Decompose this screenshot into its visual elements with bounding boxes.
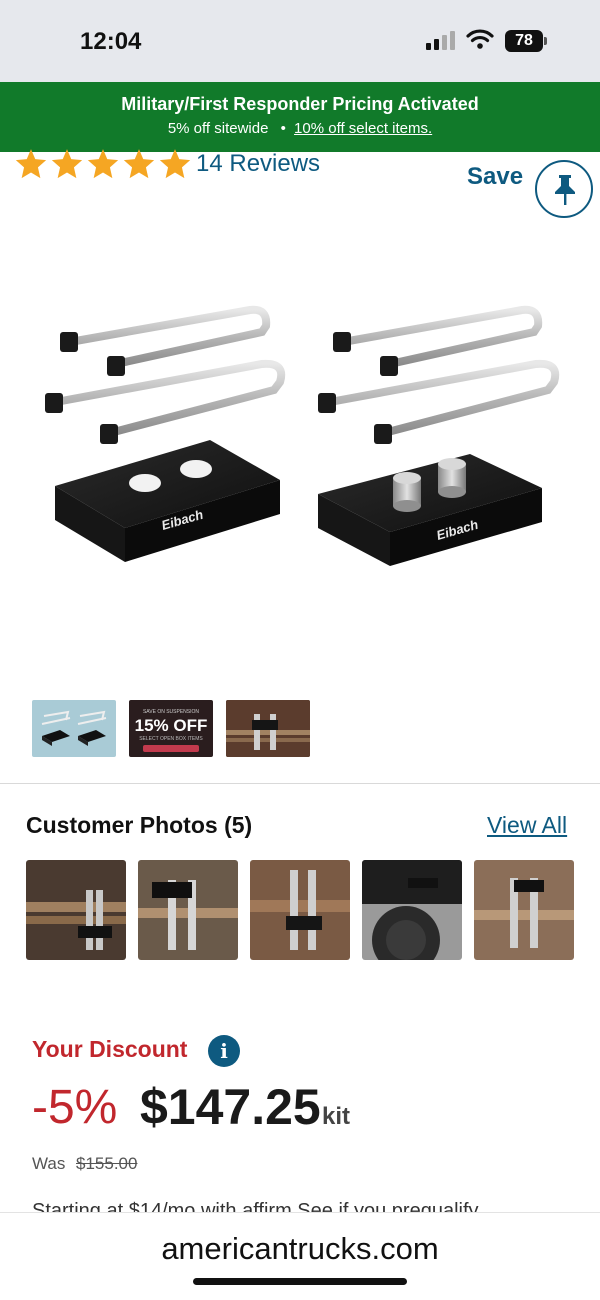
thumb-promo[interactable]: SAVE ON SUSPENSION 15% OFF SELECT OPEN B…: [129, 700, 213, 757]
promo-banner[interactable]: Military/First Responder Pricing Activat…: [0, 82, 600, 152]
thumb-promo-big: 15% OFF: [134, 716, 208, 735]
home-indicator[interactable]: [193, 1278, 407, 1285]
thumb-promo-small: SAVE ON SUSPENSION: [142, 709, 200, 715]
star-icon: [51, 149, 83, 179]
was-label: Was: [32, 1154, 66, 1173]
promo-bullet: •: [280, 120, 286, 137]
was-price: $155.00: [76, 1154, 138, 1173]
promo-sitewide: 5% off sitewide: [167, 120, 269, 137]
customer-photo-image: [474, 860, 574, 960]
url-text[interactable]: americantrucks.com: [0, 1231, 600, 1267]
customer-photo[interactable]: [26, 860, 126, 960]
product-page: 12:04 78 Military/First Responder Pricin…: [0, 0, 600, 1300]
right-ubolts: [326, 305, 560, 437]
promo-subtitle: 5% off sitewide • 10% off select items.: [0, 120, 600, 137]
thumb-kit-image: [41, 710, 107, 746]
thumb-promo-pill: [143, 745, 199, 752]
reviews-link[interactable]: 14 Reviews: [196, 150, 320, 178]
image-thumbnails: SAVE ON SUSPENSION 15% OFF SELECT OPEN B…: [32, 700, 310, 757]
star-icon: [123, 149, 155, 179]
customer-photo-image: [138, 860, 238, 960]
customer-photo[interactable]: [474, 860, 574, 960]
customer-photo[interactable]: [362, 860, 462, 960]
pushpin-icon: [555, 175, 575, 205]
battery-indicator: 78: [505, 30, 543, 52]
save-label[interactable]: Save: [467, 163, 523, 191]
thumb-kit[interactable]: [32, 700, 116, 757]
customer-photos-title: Customer Photos (5): [26, 812, 253, 838]
section-divider: [0, 783, 600, 784]
thumb-promo-sub: SELECT OPEN BOX ITEMS: [139, 736, 203, 742]
promo-title: Military/First Responder Pricing Activat…: [121, 94, 479, 114]
star-icon: [15, 149, 47, 179]
info-icon[interactable]: i: [208, 1035, 240, 1067]
wifi-icon: [466, 29, 494, 49]
thumb-installed-image: [226, 700, 310, 757]
promo-select-items-link[interactable]: 10% off select items.: [294, 120, 432, 137]
star-icon: [159, 149, 191, 179]
customer-photo-image: [362, 860, 462, 960]
customer-photo[interactable]: [138, 860, 238, 960]
view-all-link[interactable]: View All: [487, 812, 567, 839]
star-rating[interactable]: [14, 147, 192, 181]
cellular-signal-icon: [426, 31, 455, 50]
price-unit: kit: [322, 1103, 351, 1130]
customer-photo-image: [26, 860, 126, 960]
sale-price: $147.25: [140, 1079, 321, 1135]
discount-percent: -5%: [32, 1081, 118, 1134]
thumb-installed[interactable]: [226, 700, 310, 757]
save-button[interactable]: [535, 160, 593, 218]
left-ubolts: [52, 305, 286, 437]
browser-address-bar[interactable]: americantrucks.com: [0, 1212, 600, 1300]
customer-photos-row: [26, 860, 574, 960]
status-time: 12:04: [80, 28, 142, 55]
product-image[interactable]: Eibach Eibach: [0, 240, 600, 660]
battery-cap: [544, 37, 547, 45]
star-icon: [87, 149, 119, 179]
customer-photo-image: [250, 860, 350, 960]
right-block: Eibach: [318, 454, 542, 566]
customer-photo[interactable]: [250, 860, 350, 960]
status-bar: 12:04 78: [0, 0, 600, 82]
left-block: Eibach: [55, 440, 280, 562]
your-discount-label: Your Discount: [32, 1036, 188, 1062]
